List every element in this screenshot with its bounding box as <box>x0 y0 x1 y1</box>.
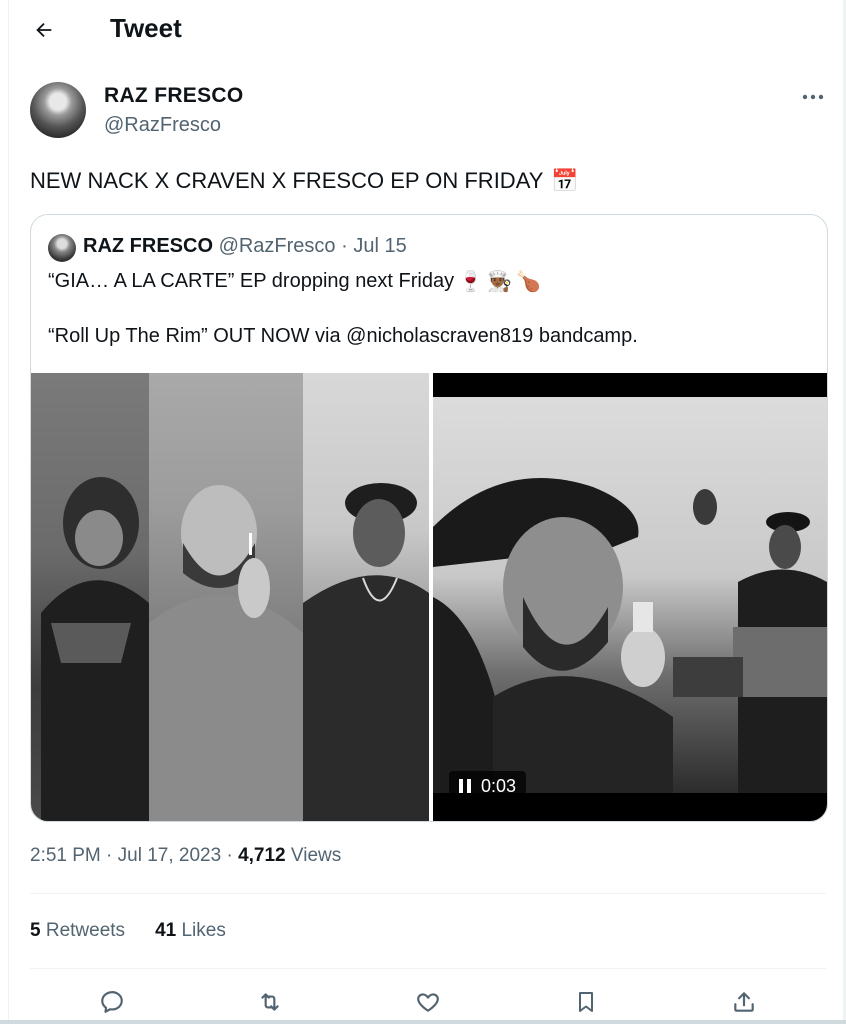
quoted-text-line2: “Roll Up The Rim” OUT NOW via @nicholasc… <box>48 325 638 347</box>
author-avatar[interactable] <box>30 82 86 138</box>
quoted-author-avatar[interactable] <box>48 234 76 262</box>
video-frame <box>433 397 827 793</box>
likes-stat[interactable]: 41 Likes <box>155 920 226 942</box>
reply-icon <box>101 991 123 1013</box>
reply-button[interactable] <box>96 986 128 1018</box>
more-options-button[interactable] <box>800 84 826 110</box>
views-label: Views <box>290 845 342 866</box>
quoted-author-name[interactable]: RAZ FRESCO <box>83 235 213 257</box>
retweet-button[interactable] <box>254 986 286 1018</box>
likes-count: 41 <box>155 920 177 941</box>
pause-icon[interactable] <box>459 779 471 793</box>
bottom-edge <box>0 1020 846 1024</box>
video-scene <box>433 478 827 793</box>
drumstick-emoji: 🍗 <box>515 271 541 293</box>
tweet-text-content: NEW NACK X CRAVEN X FRESCO EP ON FRIDAY <box>30 168 544 193</box>
wine-emoji: 🍷 <box>458 271 484 293</box>
person-silhouette-3 <box>303 483 429 821</box>
quoted-tweet[interactable]: RAZ FRESCO @RazFresco · Jul 15 “GIA… A L… <box>30 214 828 822</box>
retweets-label: Retweets <box>45 920 126 941</box>
image-panel-2 <box>149 373 303 821</box>
tweet-text: NEW NACK X CRAVEN X FRESCO EP ON FRIDAY … <box>30 168 579 194</box>
quoted-author-handle[interactable]: @RazFresco <box>219 235 336 257</box>
retweets-stat[interactable]: 5 Retweets <box>30 920 125 942</box>
back-button[interactable] <box>26 12 62 48</box>
calendar-emoji: 📅 <box>551 168 579 193</box>
tweet-stats: 5 Retweets 41 Likes <box>30 920 226 942</box>
quoted-text-line1: “GIA… A LA CARTE” EP dropping next Frida… <box>48 269 541 294</box>
image-panel-3 <box>303 373 429 821</box>
author-name[interactable]: RAZ FRESCO <box>104 84 244 108</box>
page-title: Tweet <box>110 13 182 43</box>
video-time: 0:03 <box>481 775 517 796</box>
bookmark-button[interactable] <box>570 986 602 1018</box>
tweet-timestamp: 2:51 PM · Jul 17, 2023 · 4,712 Views <box>30 845 342 866</box>
share-button[interactable] <box>728 986 760 1018</box>
media-image[interactable] <box>31 373 429 821</box>
divider-bottom <box>30 968 826 969</box>
retweet-icon <box>261 993 279 1011</box>
tweet-time[interactable]: 2:51 PM <box>30 845 101 866</box>
share-icon <box>734 992 754 1012</box>
like-button[interactable] <box>412 986 444 1018</box>
image-panel-1 <box>31 373 149 821</box>
quoted-separator: · <box>341 235 348 257</box>
heart-icon <box>417 993 439 1012</box>
more-icon <box>802 94 824 100</box>
views-count: 4,712 <box>238 845 286 866</box>
likes-label: Likes <box>181 920 226 941</box>
tweet-header: Tweet <box>0 0 846 58</box>
person-silhouette-1 <box>41 477 149 821</box>
tweet-date[interactable]: Jul 17, 2023 <box>118 845 222 866</box>
quoted-date[interactable]: Jul 15 <box>353 235 406 257</box>
divider-top <box>30 893 826 894</box>
left-border <box>0 0 9 1024</box>
media-video[interactable]: 0:03 <box>433 373 827 821</box>
bookmark-icon <box>579 992 593 1012</box>
video-controls[interactable]: 0:03 <box>449 771 527 801</box>
tweet-actions <box>30 982 826 1022</box>
chef-emoji: 👨🏾‍🍳 <box>487 271 512 293</box>
author-handle[interactable]: @RazFresco <box>104 114 221 137</box>
retweets-count: 5 <box>30 920 41 941</box>
arrow-left-icon <box>36 22 52 38</box>
quoted-text-line1-content: “GIA… A LA CARTE” EP dropping next Frida… <box>48 270 455 292</box>
person-silhouette-2 <box>149 485 303 821</box>
quoted-tweet-header: RAZ FRESCO @RazFresco · Jul 15 <box>83 235 407 258</box>
quoted-media: 0:03 <box>31 373 827 821</box>
